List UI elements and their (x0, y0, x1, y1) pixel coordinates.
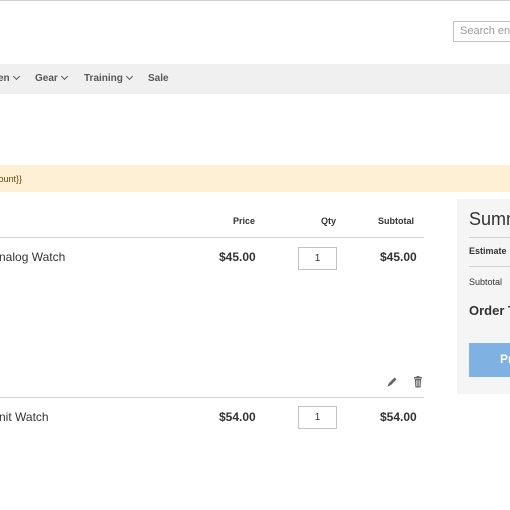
cart-page: Search ent en Gear Training Sale rt amou… (0, 0, 510, 510)
header-divider (0, 0, 510, 1)
nav-item-gear[interactable]: Gear (35, 72, 68, 84)
pencil-icon[interactable] (385, 375, 399, 389)
item-subtotal: $54.00 (380, 410, 417, 424)
nav-item-sale[interactable]: Sale (148, 73, 169, 84)
item-price: $54.00 (219, 410, 256, 424)
order-total-label: Order T (469, 303, 510, 318)
column-header-subtotal: Subtotal (378, 216, 414, 226)
summary-title: Summ (469, 209, 510, 229)
chevron-down-icon (60, 72, 68, 81)
cart-summary: Summ Estimate Subtotal Order T Pr (457, 199, 510, 394)
notice-text: amount}} (0, 174, 23, 184)
chevron-down-icon (125, 72, 133, 81)
proceed-to-checkout-button[interactable]: Pr (469, 343, 510, 377)
product-name-link[interactable]: nalog Watch (0, 250, 65, 264)
nav-item-label: Sale (148, 73, 169, 84)
search-input[interactable]: Search ent (453, 21, 510, 42)
nav-item-men[interactable]: en (0, 72, 20, 84)
main-navigation: en Gear Training Sale (0, 64, 510, 94)
summary-divider (469, 266, 510, 267)
chevron-down-icon (12, 72, 20, 81)
table-divider (0, 237, 424, 238)
quantity-input[interactable]: 1 (298, 406, 337, 429)
product-name-link[interactable]: nit Watch (0, 410, 49, 424)
column-header-qty: Qty (321, 216, 337, 226)
table-divider (0, 397, 424, 398)
nav-item-training[interactable]: Training (84, 72, 133, 84)
nav-item-label: Training (84, 73, 123, 84)
nav-item-label: en (0, 73, 10, 84)
summary-subtotal-label: Subtotal (469, 277, 503, 287)
notice-banner: amount}} (0, 165, 510, 192)
trash-icon[interactable] (411, 375, 425, 389)
column-header-price: Price (233, 216, 256, 226)
item-subtotal: $45.00 (380, 250, 417, 264)
item-price: $45.00 (219, 250, 256, 264)
quantity-input[interactable]: 1 (298, 247, 337, 270)
estimate-shipping-toggle[interactable]: Estimate (469, 246, 507, 256)
nav-item-label: Gear (35, 73, 58, 84)
summary-divider (469, 237, 510, 238)
